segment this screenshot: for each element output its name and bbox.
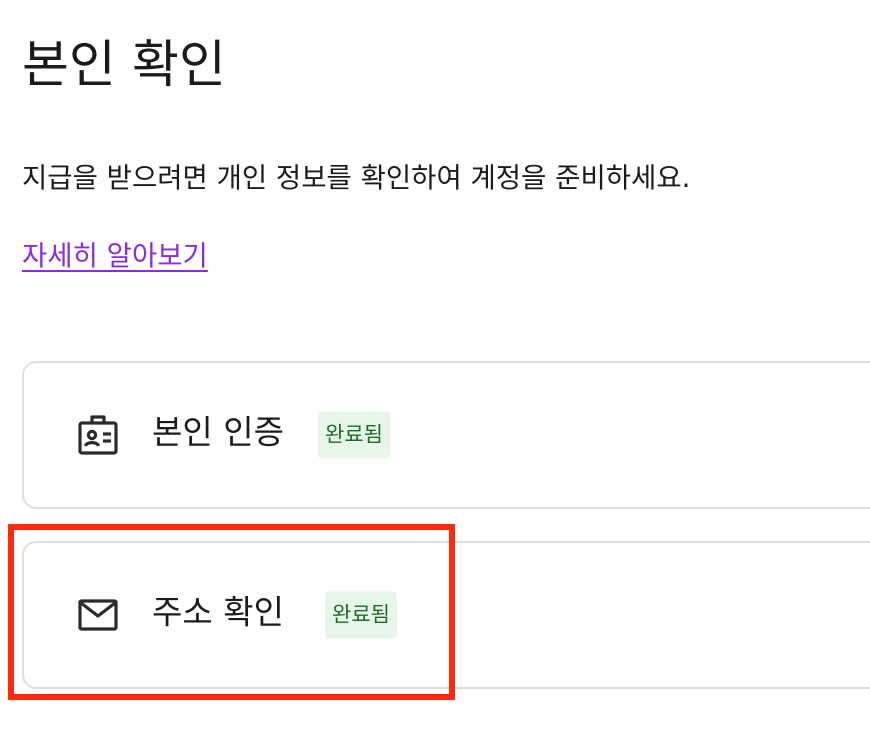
address-verification-label: 주소 확인 — [152, 592, 284, 632]
address-verification-card[interactable]: 주소 확인 완료됨 — [22, 541, 870, 689]
status-badge: 완료됨 — [325, 591, 397, 639]
mail-icon — [76, 593, 120, 637]
identity-verification-label: 본인 인증 — [152, 412, 284, 452]
identity-verification-card[interactable]: 본인 인증 완료됨 — [22, 361, 870, 509]
id-badge-icon — [76, 413, 120, 457]
learn-more-link[interactable]: 자세히 알아보기 — [22, 237, 208, 275]
status-badge: 완료됨 — [318, 411, 390, 459]
intro-text: 지급을 받으려면 개인 정보를 확인하여 계정을 준비하세요. — [22, 162, 691, 194]
page-title: 본인 확인 — [22, 36, 226, 95]
